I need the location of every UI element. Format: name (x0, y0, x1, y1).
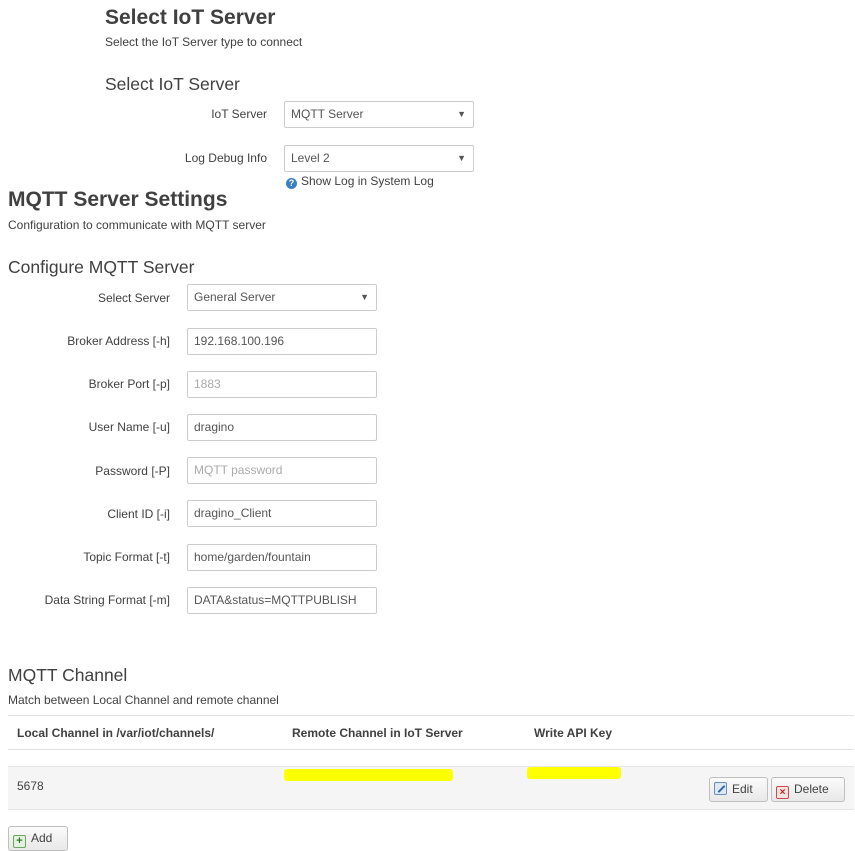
mqtt-page-description: Configuration to communicate with MQTT s… (8, 218, 266, 232)
remote-channel-cell (284, 769, 453, 781)
log-help-label: Show Log in System Log (301, 174, 434, 188)
add-icon: + (13, 835, 26, 848)
edit-icon (714, 782, 727, 795)
mqtt-page-title: MQTT Server Settings (8, 188, 228, 211)
dropdown-arrow-icon: ▼ (457, 109, 466, 119)
iot-page-description: Select the IoT Server type to connect (105, 35, 303, 49)
iot-server-value: MQTT Server (291, 107, 364, 121)
channel-description: Match between Local Channel and remote c… (8, 693, 279, 707)
log-debug-label: Log Debug Info (184, 151, 267, 165)
select-server-label: Select Server (97, 291, 170, 305)
dropdown-arrow-icon: ▼ (360, 292, 369, 302)
edit-button-label: Edit (732, 782, 753, 796)
password-input[interactable]: MQTT password (187, 457, 377, 484)
topic-format-input[interactable]: home/garden/fountain (187, 544, 377, 571)
broker-port-input[interactable]: 1883 (187, 371, 377, 398)
local-channel-cell: 5678 (17, 779, 44, 793)
api-key-cell (527, 767, 621, 779)
data-string-format-input[interactable]: DATA&status=MQTTPUBLISH (187, 587, 377, 614)
user-name-label: User Name [-u] (88, 420, 170, 434)
iot-section-title: Select IoT Server (105, 74, 240, 94)
log-help-text: ? Show Log in System Log (286, 174, 434, 189)
edit-button[interactable]: Edit (709, 777, 768, 802)
delete-button-label: Delete (794, 782, 829, 796)
dropdown-arrow-icon: ▼ (457, 153, 466, 163)
column-header-remote: Remote Channel in IoT Server (292, 726, 463, 740)
user-name-input[interactable]: dragino (187, 414, 377, 441)
table-row: 5678 Edit × Delete (8, 766, 854, 810)
iot-page-title: Select IoT Server (105, 6, 276, 29)
client-id-label: Client ID [-i] (107, 507, 170, 521)
delete-icon: × (776, 786, 789, 799)
iot-server-select[interactable]: MQTT Server ▼ (284, 101, 474, 128)
add-button-label: Add (31, 831, 53, 845)
mqtt-section-title: Configure MQTT Server (8, 257, 195, 277)
log-debug-value: Level 2 (291, 151, 330, 165)
select-server-value: General Server (194, 290, 276, 304)
select-server-select[interactable]: General Server ▼ (187, 284, 377, 311)
broker-port-label: Broker Port [-p] (88, 377, 170, 391)
broker-address-label: Broker Address [-h] (67, 334, 170, 348)
add-button[interactable]: + Add (8, 826, 68, 851)
channel-table-header: Local Channel in /var/iot/channels/ Remo… (8, 715, 854, 750)
password-label: Password [-P] (95, 464, 170, 478)
client-id-input[interactable]: dragino_Client (187, 500, 377, 527)
topic-format-label: Topic Format [-t] (83, 550, 170, 564)
data-string-format-label: Data String Format [-m] (44, 593, 170, 607)
column-header-api-key: Write API Key (534, 726, 613, 740)
column-header-local: Local Channel in /var/iot/channels/ (17, 726, 215, 740)
help-icon: ? (286, 178, 297, 189)
channel-section-title: MQTT Channel (8, 665, 128, 685)
delete-button[interactable]: × Delete (771, 777, 845, 802)
log-debug-select[interactable]: Level 2 ▼ (284, 145, 474, 172)
broker-address-input[interactable]: 192.168.100.196 (187, 328, 377, 355)
iot-server-label: IoT Server (211, 107, 267, 121)
